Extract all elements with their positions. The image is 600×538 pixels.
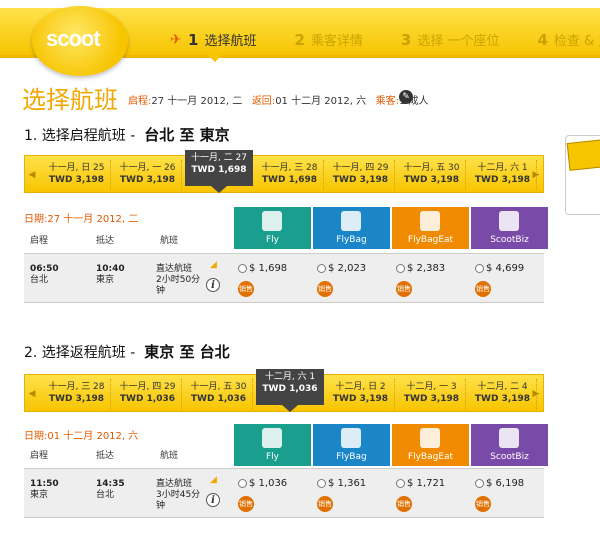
info-icon[interactable]: i bbox=[206, 493, 220, 507]
trip-summary: 启程:27 十一月 2012, 二 返回:01 十二月 2012, 六 乘客:1… bbox=[128, 96, 429, 107]
fare-price-option[interactable]: $ 4,699 bbox=[475, 263, 524, 274]
fare-fly-icon bbox=[262, 211, 282, 231]
fare-price-option[interactable]: $ 1,698 bbox=[238, 263, 287, 274]
booking-steps: 1选择航班 2乘客详情 3选择 一个座位 4检查 & 支 bbox=[168, 30, 600, 56]
date-option[interactable]: 十一月, 二 27 TWD 1,698 bbox=[185, 150, 253, 193]
fare-flybageat-icon bbox=[420, 211, 440, 231]
inbound-date-bar: ◀ ▶ 十一月, 三 28 TWD 3,198 十一月, 四 29 TWD 1,036… bbox=[24, 369, 544, 413]
info-icon[interactable]: i bbox=[206, 278, 220, 292]
sale-badge: 销售 bbox=[396, 496, 412, 512]
date-option[interactable]: 十一月, 三 28 TWD 1,698 bbox=[256, 160, 324, 190]
col-depart: 启程 bbox=[30, 451, 49, 461]
flight-row: 11:50 東京 14:35 台北 直达航班 3小时45分钟 ◢ i bbox=[24, 468, 544, 518]
radio-button[interactable] bbox=[238, 263, 247, 273]
col-flight: 航班 bbox=[160, 451, 179, 461]
inbound-title: 2. 选择返程航班 - 東京 至 台北 bbox=[24, 343, 230, 361]
flight-row: 06:50 台北 10:40 東京 直达航班 2小时50分钟 ◢ i bbox=[24, 253, 544, 303]
date-option[interactable]: 十一月, 一 26 TWD 3,198 bbox=[114, 160, 182, 190]
fare-flybag-icon bbox=[341, 211, 361, 231]
date-option[interactable]: 十一月, 日 25 TWD 3,198 bbox=[43, 160, 111, 190]
fare-scootbiz-icon bbox=[499, 428, 519, 448]
active-step-pointer bbox=[208, 55, 222, 62]
fare-price-option[interactable]: $ 1,361 bbox=[317, 478, 366, 489]
date-option[interactable]: 十一月, 四 29 TWD 1,036 bbox=[114, 379, 182, 409]
fare-flybag-header: FlyBag bbox=[313, 207, 390, 249]
radio-button[interactable] bbox=[475, 478, 484, 488]
fare-price-option[interactable]: $ 2,383 bbox=[396, 263, 445, 274]
date-option[interactable]: 十一月, 四 29 TWD 3,198 bbox=[327, 160, 395, 190]
date-option[interactable]: 十一月, 五 30 TWD 1,036 bbox=[185, 379, 253, 409]
sale-badge: 销售 bbox=[475, 281, 491, 297]
radio-button[interactable] bbox=[238, 478, 247, 488]
radio-button[interactable] bbox=[317, 263, 326, 273]
step-passenger-details: 2 乘客详情 bbox=[294, 31, 363, 49]
fare-flybageat-icon bbox=[420, 428, 440, 448]
step-select-seat: 3 选择 一个座位 bbox=[400, 31, 500, 49]
sale-badge: 销售 bbox=[238, 496, 254, 512]
prev-dates-arrow[interactable]: ◀ bbox=[25, 156, 39, 194]
inbound-date-label: 日期:01 十二月 2012, 六 bbox=[24, 431, 139, 442]
sale-badge: 销售 bbox=[317, 496, 333, 512]
fare-flybageat-header: FlyBagEat bbox=[392, 424, 469, 466]
fare-price-option[interactable]: $ 1,036 bbox=[238, 478, 287, 489]
fare-fly-icon bbox=[262, 428, 282, 448]
col-depart: 启程 bbox=[30, 236, 49, 246]
date-option[interactable]: 十二月, 六 1 TWD 3,198 bbox=[469, 160, 537, 190]
fare-scootbiz-header: ScootBiz bbox=[471, 424, 548, 466]
radio-button[interactable] bbox=[396, 478, 405, 488]
inbound-table: 日期:01 十二月 2012, 六 启程 抵达 航班 11:50 東京 14:35… bbox=[24, 424, 548, 524]
outbound-table: 日期:27 十一月 2012, 二 启程 抵达 航班 06:50 台北 10:40… bbox=[24, 207, 548, 303]
prev-dates-arrow[interactable]: ◀ bbox=[25, 375, 39, 413]
sale-badge: 销售 bbox=[317, 281, 333, 297]
step-select-flight: 1 选择航班 bbox=[188, 31, 257, 49]
col-arrive: 抵达 bbox=[96, 236, 115, 246]
sale-badge: 销售 bbox=[475, 496, 491, 512]
page-title: 选择航班 bbox=[22, 86, 118, 114]
sale-badge: 销售 bbox=[238, 281, 254, 297]
fare-price-option[interactable]: $ 6,198 bbox=[475, 478, 524, 489]
step-review-pay: 4检查 & 支 bbox=[537, 31, 600, 49]
header: scoot ✈ 1选择航班 2乘客详情 3选择 一个座位 4检查 & 支 bbox=[0, 0, 600, 76]
fare-price-option[interactable]: $ 2,023 bbox=[317, 263, 366, 274]
fare-flybag-icon bbox=[341, 428, 361, 448]
date-option[interactable]: 十二月, 日 2 TWD 3,198 bbox=[327, 379, 395, 409]
scoot-tail-icon: ◢ bbox=[210, 260, 217, 270]
fare-fly-header: Fly bbox=[234, 207, 311, 249]
radio-button[interactable] bbox=[317, 478, 326, 488]
radio-button[interactable] bbox=[396, 263, 405, 273]
date-option[interactable]: 十一月, 五 30 TWD 3,198 bbox=[398, 160, 466, 190]
outbound-title: 1. 选择启程航班 - 台北 至 東京 bbox=[24, 126, 230, 144]
fare-flybageat-header: FlyBagEat bbox=[392, 207, 469, 249]
fare-flybag-header: FlyBag bbox=[313, 424, 390, 466]
side-tab[interactable] bbox=[565, 135, 600, 215]
fare-price-option[interactable]: $ 1,721 bbox=[396, 478, 445, 489]
scoot-logo[interactable]: scoot bbox=[32, 6, 128, 76]
date-option[interactable]: 十二月, 二 4 TWD 3,198 bbox=[469, 379, 537, 409]
sale-badge: 销售 bbox=[396, 281, 412, 297]
radio-button[interactable] bbox=[475, 263, 484, 273]
fare-scootbiz-icon bbox=[499, 211, 519, 231]
col-arrive: 抵达 bbox=[96, 451, 115, 461]
outbound-date-bar: ◀ ▶ 十一月, 日 25 TWD 3,198 十一月, 一 26 TWD 3,198… bbox=[24, 150, 544, 194]
scoot-tail-icon: ◢ bbox=[210, 475, 217, 485]
col-flight: 航班 bbox=[160, 236, 179, 246]
fare-scootbiz-header: ScootBiz bbox=[471, 207, 548, 249]
edit-icon[interactable]: ✎ bbox=[399, 90, 413, 104]
date-option[interactable]: 十一月, 三 28 TWD 3,198 bbox=[43, 379, 111, 409]
outbound-date-label: 日期:27 十一月 2012, 二 bbox=[24, 214, 139, 225]
fare-fly-header: Fly bbox=[234, 424, 311, 466]
date-option[interactable]: 十二月, 六 1 TWD 1,036 bbox=[256, 369, 324, 412]
date-option[interactable]: 十二月, 一 3 TWD 3,198 bbox=[398, 379, 466, 409]
